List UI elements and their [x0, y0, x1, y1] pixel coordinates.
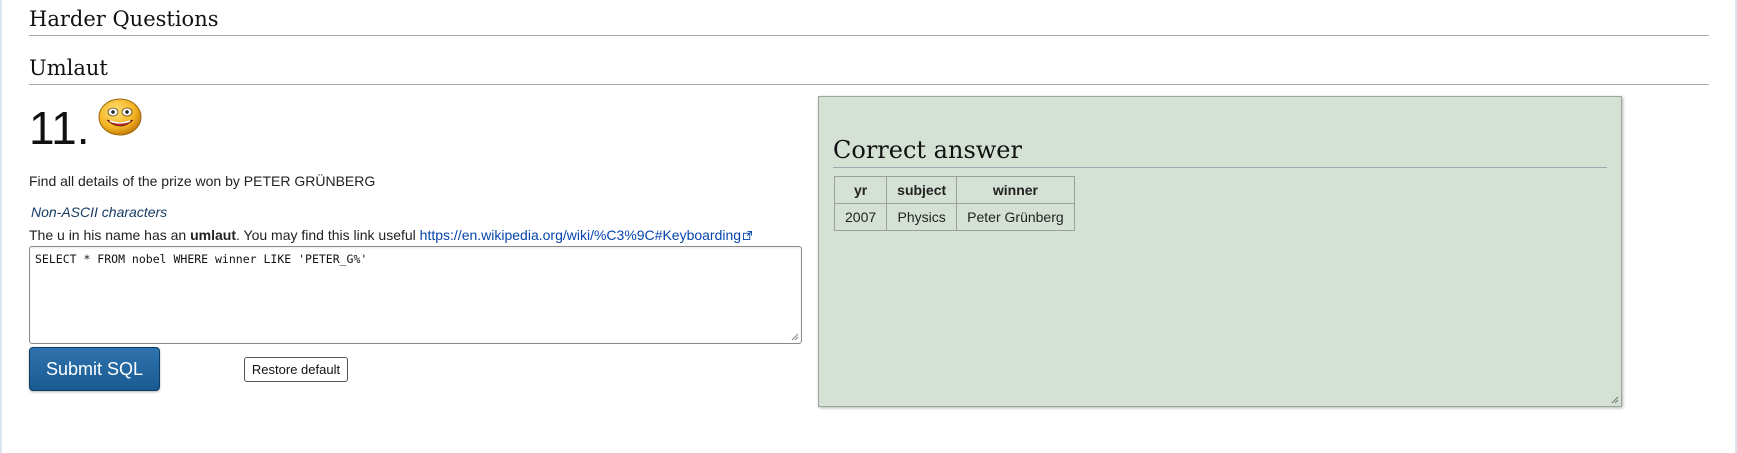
- cell-yr: 2007: [833, 203, 888, 231]
- smiley-face-icon: [98, 98, 142, 136]
- hint-title[interactable]: Non-ASCII characters: [31, 203, 167, 221]
- sql-editor-text[interactable]: SELECT * FROM nobel WHERE winner LIKE 'P…: [35, 252, 367, 266]
- hint-text: The u in his name has an umlaut. You may…: [29, 226, 753, 244]
- cell-subject: Physics: [886, 203, 958, 231]
- submit-sql-button[interactable]: Submit SQL: [29, 347, 160, 391]
- resize-grip-icon[interactable]: [791, 333, 799, 341]
- hint-text-bold: umlaut: [190, 227, 236, 243]
- section-heading-harder: Harder Questions: [29, 6, 1709, 36]
- hint-text-pre: The u in his name has an: [29, 227, 191, 243]
- table-row: 2007 Physics Peter Grünberg: [833, 203, 1075, 231]
- restore-default-button[interactable]: Restore default: [244, 357, 348, 382]
- panel-resize-grip-icon[interactable]: [1611, 396, 1619, 404]
- column-header-subject: subject: [886, 176, 958, 204]
- answer-table: yr subject winner 2007 Physics Peter Grü…: [833, 176, 1075, 231]
- question-number: 11.: [29, 102, 90, 154]
- cell-winner: Peter Grünberg: [956, 203, 1075, 231]
- correct-answer-title: Correct answer: [833, 135, 1607, 168]
- answer-table-header-row: yr subject winner: [833, 176, 1075, 204]
- wikipedia-link[interactable]: https://en.wikipedia.org/wiki/%C3%9C#Key…: [420, 227, 741, 243]
- external-link-icon: [743, 231, 753, 240]
- page-frame: Harder Questions Umlaut 11. Find all det…: [0, 0, 1737, 453]
- section-heading-umlaut: Umlaut: [29, 55, 1709, 85]
- question-prompt: Find all details of the prize won by PET…: [29, 173, 376, 189]
- hint-text-post: . You may find this link useful: [236, 227, 420, 243]
- correct-answer-panel: Correct answer yr subject winner 2007 Ph…: [818, 96, 1622, 407]
- column-header-winner: winner: [956, 176, 1075, 204]
- column-header-yr: yr: [833, 176, 888, 204]
- sql-editor[interactable]: SELECT * FROM nobel WHERE winner LIKE 'P…: [29, 246, 802, 344]
